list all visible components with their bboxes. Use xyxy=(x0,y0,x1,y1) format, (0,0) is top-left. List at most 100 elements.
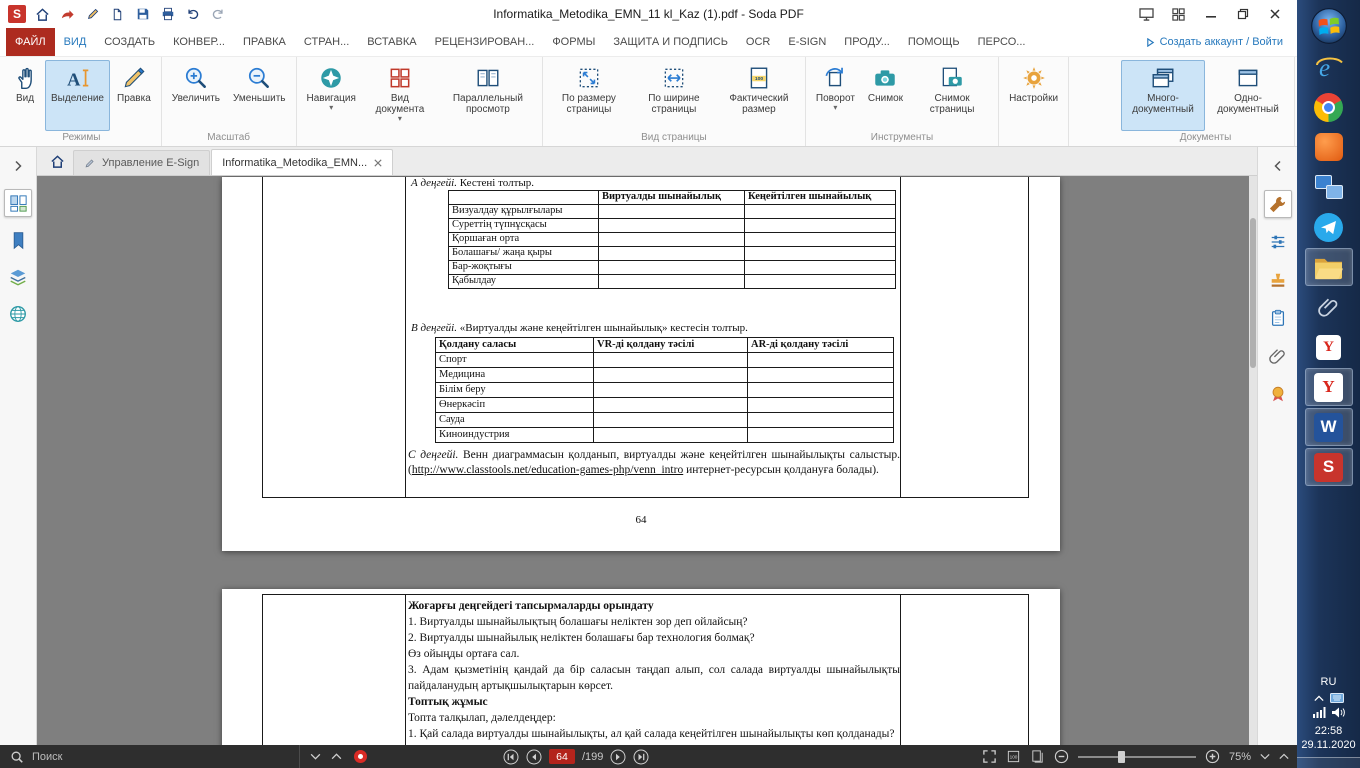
rotate-button[interactable]: Поворот xyxy=(810,60,861,131)
search-next-button[interactable] xyxy=(310,753,321,760)
close-icon[interactable] xyxy=(374,159,382,167)
fit-width-button[interactable]: По ширине страницы xyxy=(632,60,716,131)
menu-tab-zashchita[interactable]: ЗАЩИТА И ПОДПИСЬ xyxy=(604,28,737,56)
search-input[interactable] xyxy=(32,751,152,763)
web-panel-button[interactable] xyxy=(4,300,32,328)
stamp-panel-button[interactable] xyxy=(1264,266,1292,294)
edit-mode-button[interactable]: Правка xyxy=(111,60,157,131)
view-mode-button[interactable]: Вид xyxy=(6,60,44,131)
zoom-in-button[interactable]: Увеличить xyxy=(166,60,226,131)
account-link[interactable]: Создать аккаунт / Войти xyxy=(1146,28,1297,56)
page-snapshot-button[interactable]: Снимок страницы xyxy=(910,60,994,131)
search-prev-button[interactable] xyxy=(331,753,342,760)
menu-tab-pravka[interactable]: ПРАВКА xyxy=(234,28,295,56)
snapshot-button[interactable]: Снимок xyxy=(862,60,909,131)
next-page-button[interactable] xyxy=(610,749,626,765)
document-view-button[interactable]: Вид документа xyxy=(363,60,437,131)
zoom-slider[interactable] xyxy=(1078,756,1196,758)
menu-tab-personalizaciya[interactable]: ПЕРСО... xyxy=(969,28,1035,56)
multi-document-button[interactable]: Много-документный xyxy=(1121,60,1205,131)
layout-grid-icon[interactable] xyxy=(1170,6,1187,23)
show-desktop-button[interactable] xyxy=(1297,757,1360,768)
tools-panel-button[interactable] xyxy=(1264,190,1292,218)
actual-size-button[interactable]: 100 Фактический размер xyxy=(717,60,801,131)
navigation-button[interactable]: Навигация xyxy=(301,60,362,131)
tab-esign-management[interactable]: Управление E-Sign xyxy=(73,150,210,175)
attachments-panel-button[interactable] xyxy=(1264,342,1292,370)
undo-icon[interactable] xyxy=(184,6,201,23)
prev-page-button[interactable] xyxy=(526,749,542,765)
zoom-out-button[interactable]: Уменьшить xyxy=(227,60,291,131)
tab-document-informatika[interactable]: Informatika_Metodika_EMN... xyxy=(211,149,393,175)
fullscreen-button[interactable] xyxy=(982,749,997,764)
home-icon[interactable] xyxy=(34,6,51,23)
menu-tab-konvert[interactable]: КОНВЕР... xyxy=(164,28,234,56)
keyboard-icon[interactable] xyxy=(1330,693,1344,703)
menu-tab-produkty[interactable]: ПРОДУ... xyxy=(835,28,899,56)
close-button[interactable] xyxy=(1266,6,1283,23)
menu-tab-esign[interactable]: E-SIGN xyxy=(779,28,835,56)
layers-panel-button[interactable] xyxy=(4,263,32,291)
taskbar-item-blue-app[interactable] xyxy=(1305,168,1353,206)
expand-left-panel-button[interactable] xyxy=(4,152,32,180)
taskbar-item-sodapdf[interactable]: S xyxy=(1305,448,1353,486)
taskbar-item-chrome[interactable] xyxy=(1305,88,1353,126)
taskbar-item-ie[interactable]: e xyxy=(1305,48,1353,86)
zoom-slider-handle[interactable] xyxy=(1118,751,1125,763)
taskbar-item-orange-app[interactable] xyxy=(1305,128,1353,166)
menu-tab-ocr[interactable]: OCR xyxy=(737,28,779,56)
home-tab-button[interactable] xyxy=(41,147,73,175)
certificates-panel-button[interactable] xyxy=(1264,380,1292,408)
vertical-scrollbar[interactable] xyxy=(1249,176,1257,745)
select-mode-button[interactable]: A Выделение xyxy=(45,60,110,131)
language-indicator[interactable]: RU xyxy=(1321,675,1337,689)
thumbnails-panel-button[interactable] xyxy=(4,189,32,217)
taskbar-item-yandex[interactable]: Y xyxy=(1305,368,1353,406)
search-field[interactable] xyxy=(0,745,300,768)
single-document-button[interactable]: Одно-документный xyxy=(1206,60,1290,131)
expand-right-panel-button[interactable] xyxy=(1264,152,1292,180)
print-icon[interactable] xyxy=(159,6,176,23)
volume-icon[interactable] xyxy=(1332,707,1345,718)
taskbar-item-telegram[interactable] xyxy=(1305,208,1353,246)
save-icon[interactable] xyxy=(134,6,151,23)
menu-tab-pomoshch[interactable]: ПОМОЩЬ xyxy=(899,28,969,56)
parallel-view-button[interactable]: Параллельный просмотр xyxy=(438,60,538,131)
menu-tab-formy[interactable]: ФОРМЫ xyxy=(543,28,604,56)
taskbar-clock[interactable]: 22:58 29.11.2020 xyxy=(1301,724,1355,752)
scrollbar-thumb[interactable] xyxy=(1250,218,1256,368)
clipboard-panel-button[interactable] xyxy=(1264,304,1292,332)
zoom-out-button[interactable] xyxy=(1054,749,1069,764)
redo-icon[interactable] xyxy=(209,6,226,23)
menu-tab-vid[interactable]: ВИД xyxy=(55,28,96,56)
restore-button[interactable] xyxy=(1234,6,1251,23)
first-page-button[interactable] xyxy=(503,749,519,765)
fit-page-button[interactable]: По размеру страницы xyxy=(547,60,631,131)
bookmarks-panel-button[interactable] xyxy=(4,226,32,254)
network-icon[interactable] xyxy=(1313,707,1326,718)
minimize-button[interactable] xyxy=(1202,6,1219,23)
taskbar-item-clip[interactable] xyxy=(1305,288,1353,326)
edit-pencil-icon[interactable] xyxy=(84,6,101,23)
start-button[interactable] xyxy=(1305,6,1353,46)
menu-tab-vstavka[interactable]: ВСТАВКА xyxy=(358,28,425,56)
hidden-icons-button[interactable] xyxy=(1314,695,1324,702)
page-fit-button[interactable] xyxy=(1030,749,1045,764)
status-chevron-down-button[interactable] xyxy=(1260,753,1270,760)
zoom-in-button[interactable] xyxy=(1205,749,1220,764)
actual-size-button[interactable]: 100 xyxy=(1006,749,1021,764)
menu-tab-sozdat[interactable]: СОЗДАТЬ xyxy=(95,28,164,56)
properties-panel-button[interactable] xyxy=(1264,228,1292,256)
page-number-input[interactable]: 64 xyxy=(549,749,575,764)
share-icon[interactable] xyxy=(59,6,76,23)
menu-tab-recenzirovanie[interactable]: РЕЦЕНЗИРОВАН... xyxy=(426,28,544,56)
taskbar-item-explorer[interactable] xyxy=(1305,248,1353,286)
status-chevron-up-button[interactable] xyxy=(1279,753,1289,760)
presentation-mode-icon[interactable] xyxy=(1138,6,1155,23)
menu-tab-file[interactable]: ФАЙЛ xyxy=(6,28,55,56)
document-area[interactable]: А деңгейі. Кестені толтыр. Виртуалды шын… xyxy=(37,176,1257,745)
last-page-button[interactable] xyxy=(633,749,649,765)
menu-tab-stranicy[interactable]: СТРАН... xyxy=(295,28,358,56)
venn-diagram-link[interactable]: http://www.classtools.net/education-game… xyxy=(412,464,683,476)
new-document-icon[interactable] xyxy=(109,6,126,23)
